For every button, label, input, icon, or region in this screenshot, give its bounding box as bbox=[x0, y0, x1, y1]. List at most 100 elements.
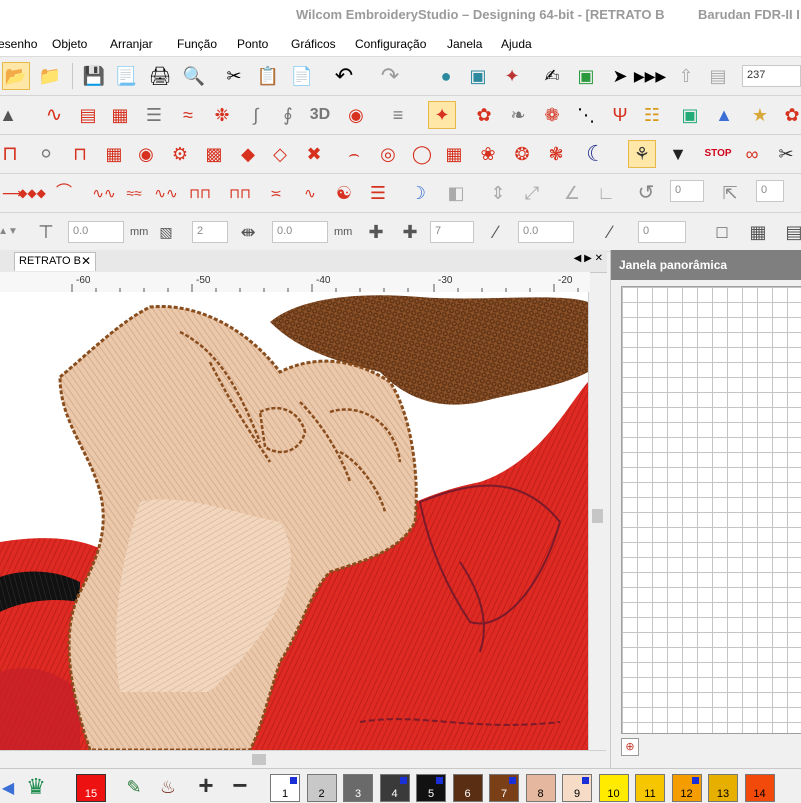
crescent-icon[interactable]: ☾ bbox=[582, 140, 610, 168]
current-color-swatch[interactable]: 15 bbox=[76, 774, 106, 802]
horizontal-scrollbar[interactable] bbox=[0, 750, 606, 769]
trident-icon[interactable]: Ψ bbox=[606, 101, 634, 129]
open-folder-icon[interactable]: 📂 bbox=[2, 62, 30, 90]
save-icon[interactable]: 💾 bbox=[80, 62, 108, 90]
anchor-stitch-icon[interactable]: ⚘ bbox=[628, 140, 656, 168]
menu-arrange[interactable]: Arranjar bbox=[110, 37, 153, 51]
density-input[interactable]: 2 bbox=[192, 221, 228, 243]
flip-vertical-icon[interactable]: ⇕ bbox=[484, 179, 512, 207]
lines-icon[interactable]: ☰ bbox=[140, 101, 168, 129]
radial-fill-icon[interactable]: ❉ bbox=[208, 101, 236, 129]
paste-icon[interactable]: 📄 bbox=[288, 62, 316, 90]
garment-icon[interactable]: ♛ bbox=[22, 773, 50, 801]
rotate-angle-input[interactable]: 0 bbox=[670, 180, 704, 202]
arrow-border-icon[interactable]: ∿ bbox=[296, 179, 324, 207]
diamond-line-icon[interactable]: ◇ bbox=[266, 140, 294, 168]
mirror-icon[interactable]: ◧ bbox=[442, 179, 470, 207]
print-preview-icon[interactable]: 🔍 bbox=[180, 62, 208, 90]
undo-icon[interactable]: ↶ bbox=[330, 62, 358, 90]
export-icon[interactable]: 📃 bbox=[112, 62, 140, 90]
curl-border-icon[interactable]: ≍ bbox=[262, 179, 290, 207]
travel-forward-icon[interactable]: ▶▶▶ bbox=[634, 62, 666, 90]
cross-pattern-icon[interactable]: ✖ bbox=[300, 140, 328, 168]
knot-icon[interactable]: ❃ bbox=[542, 140, 570, 168]
fan-line-icon[interactable]: ⌒ bbox=[50, 179, 78, 207]
density-icon[interactable]: ▧ bbox=[152, 218, 180, 246]
flip-diagonal-icon[interactable]: ⤢ bbox=[518, 179, 546, 207]
palette-swatch[interactable]: 9 bbox=[562, 774, 592, 802]
print-icon[interactable]: 🖨 bbox=[146, 62, 174, 90]
palette-scroll-icon[interactable]: ◀ bbox=[0, 775, 22, 803]
square-wave-icon[interactable]: ⊓ bbox=[0, 140, 24, 168]
curved-fill-icon[interactable]: ∫ bbox=[242, 101, 270, 129]
step-border-icon[interactable]: ⊓⊓ bbox=[186, 179, 214, 207]
group-frame-icon[interactable]: ▦ bbox=[744, 218, 772, 246]
stack-border-icon[interactable]: ☰ bbox=[364, 179, 392, 207]
angle-length-icon[interactable]: ∕ bbox=[596, 218, 624, 246]
design-canvas[interactable] bbox=[0, 292, 588, 750]
trim-scissors-icon[interactable]: ✂ bbox=[772, 140, 800, 168]
fill-pattern-icon[interactable]: ▤ bbox=[74, 101, 102, 129]
send-icon[interactable]: ➤ bbox=[606, 62, 634, 90]
length-input[interactable]: 0.0 bbox=[518, 221, 574, 243]
length-icon[interactable]: ∕ bbox=[482, 218, 510, 246]
palette-swatch[interactable]: 8 bbox=[525, 774, 556, 802]
palette-swatch[interactable]: 4 bbox=[379, 774, 410, 802]
scale-input[interactable]: 0 bbox=[756, 180, 784, 202]
copy-icon[interactable]: 📋 bbox=[254, 62, 282, 90]
stamp-icon[interactable]: ◉ bbox=[342, 101, 370, 129]
vertical-scrollbar[interactable] bbox=[588, 292, 607, 750]
overview-grid[interactable] bbox=[621, 286, 801, 734]
meander-icon[interactable]: ⊓ bbox=[66, 140, 94, 168]
moon-outline-icon[interactable]: ☽ bbox=[404, 179, 432, 207]
spiral-icon[interactable]: ◎ bbox=[374, 140, 402, 168]
show-design-icon[interactable]: ▣ bbox=[464, 62, 492, 90]
zoom-in-icon[interactable]: ⊕ bbox=[621, 738, 639, 756]
width-icon[interactable]: ⊤ bbox=[32, 218, 60, 246]
zoom-input[interactable]: 237 bbox=[742, 65, 801, 87]
spacing-input[interactable]: 0.0 bbox=[272, 221, 328, 243]
machine-icon[interactable]: ▤ bbox=[704, 62, 732, 90]
menu-graphics[interactable]: Gráficos bbox=[291, 37, 336, 51]
stitch-player-icon[interactable]: ● bbox=[432, 62, 460, 90]
ornament-icon[interactable]: ❁ bbox=[538, 101, 566, 129]
scale-icon[interactable]: ⇱ bbox=[716, 179, 744, 207]
oval-chain-icon[interactable]: ☯ bbox=[330, 179, 358, 207]
eyedropper-icon[interactable]: ✎ bbox=[120, 773, 148, 801]
wave-border-icon[interactable]: ≈≈ bbox=[120, 179, 148, 207]
gear-fill-icon[interactable]: ⚙ bbox=[166, 140, 194, 168]
palette-swatch[interactable]: 2 bbox=[306, 774, 337, 802]
satin-leaf-icon[interactable]: ✦ bbox=[428, 101, 456, 129]
palette-swatch[interactable]: 13 bbox=[708, 774, 738, 802]
diamond-grid-icon[interactable]: ◆ bbox=[234, 140, 262, 168]
angle-icon[interactable]: ∠ bbox=[558, 179, 586, 207]
swirl-square-icon[interactable]: ▦ bbox=[440, 140, 468, 168]
picture-icon[interactable]: ▣ bbox=[676, 101, 704, 129]
reshape-icon[interactable]: ✍ bbox=[538, 62, 566, 90]
3d-icon[interactable]: 3D bbox=[306, 101, 334, 129]
menu-object[interactable]: Objeto bbox=[52, 37, 87, 51]
menu-function[interactable]: Função bbox=[177, 37, 217, 51]
angle-input[interactable]: 0 bbox=[638, 221, 686, 243]
horizontal-scroll-thumb[interactable] bbox=[252, 754, 266, 765]
vertical-scroll-thumb[interactable] bbox=[592, 509, 603, 523]
lock-icon[interactable]: ▤ bbox=[780, 218, 801, 246]
menu-design[interactable]: esenho bbox=[0, 37, 37, 51]
emblem-icon[interactable]: ✿ bbox=[778, 101, 801, 129]
palette-swatch[interactable]: 3 bbox=[343, 774, 373, 802]
tooth-border-icon[interactable]: ∿∿ bbox=[152, 179, 180, 207]
spacing-icon[interactable]: ⇼ bbox=[234, 218, 262, 246]
menu-window[interactable]: Janela bbox=[447, 37, 482, 51]
paint-bucket-icon[interactable]: ♨ bbox=[154, 773, 182, 801]
coil-icon[interactable]: ⚪ bbox=[32, 140, 60, 168]
zigzag-stitch-icon[interactable]: ∿ bbox=[40, 101, 68, 129]
tab-scroll-arrows-icon[interactable]: ◀ ▶ ✕ bbox=[574, 253, 603, 264]
palette-swatch[interactable]: 7 bbox=[489, 774, 519, 802]
grid-fill-icon[interactable]: ▦ bbox=[106, 101, 134, 129]
arch-icon[interactable]: ⌢ bbox=[340, 140, 368, 168]
funnel-icon[interactable]: ▼ bbox=[664, 140, 692, 168]
remove-color-icon[interactable]: − bbox=[226, 771, 254, 799]
chain-icon[interactable]: ◉ bbox=[132, 140, 160, 168]
fish-icon[interactable]: ☷ bbox=[638, 101, 666, 129]
rotate-icon[interactable]: ↺ bbox=[632, 179, 660, 207]
